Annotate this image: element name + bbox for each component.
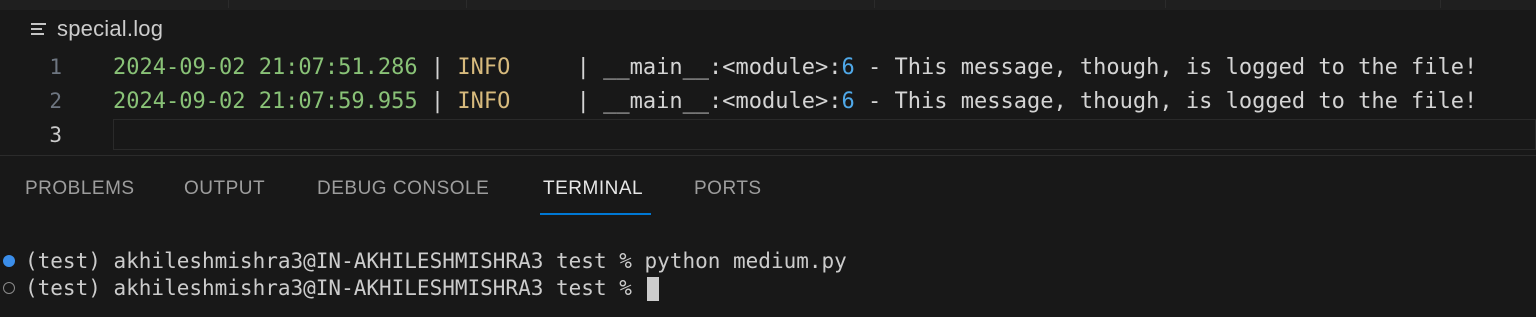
tab-output[interactable]: OUTPUT	[184, 178, 265, 200]
log-separator: |	[510, 54, 604, 80]
tab-separator	[1165, 0, 1166, 8]
tab-separator	[1440, 0, 1441, 8]
log-timestamp: 2024-09-02 21:07:59.955	[113, 88, 418, 114]
tab-debug-console[interactable]: DEBUG CONSOLE	[317, 178, 489, 200]
tab-separator	[228, 0, 229, 8]
tab-problems[interactable]: PROBLEMS	[25, 178, 135, 200]
panel-tab-bar: PROBLEMS OUTPUT DEBUG CONSOLE TERMINAL P…	[0, 156, 1536, 218]
tab-separator	[466, 0, 467, 8]
log-line-number: 6	[841, 88, 855, 114]
line-number: 2	[49, 89, 62, 113]
filled-circle-icon[interactable]	[3, 255, 15, 267]
log-message: - This message, though, is logged to the…	[854, 54, 1478, 80]
code-editor[interactable]: 1 2024-09-02 21:07:51.286 | INFO | __mai…	[0, 50, 1536, 152]
log-timestamp: 2024-09-02 21:07:51.286	[113, 54, 418, 80]
log-separator: |	[417, 54, 458, 80]
log-level: INFO	[457, 88, 511, 114]
terminal-cursor	[646, 276, 659, 301]
log-location: __main__:<module>:	[603, 88, 842, 114]
log-separator: |	[510, 88, 604, 114]
breadcrumb[interactable]: special.log	[31, 14, 163, 44]
log-level: INFO	[457, 54, 511, 80]
line-number: 3	[49, 123, 62, 147]
line-content: 2024-09-02 21:07:59.955 | INFO | __main_…	[113, 89, 1477, 114]
terminal-command: (test) akhileshmishra3@IN-AKHILESHMISHRA…	[25, 249, 847, 273]
tab-terminal[interactable]: TERMINAL	[543, 178, 643, 200]
terminal-prompt: (test) akhileshmishra3@IN-AKHILESHMISHRA…	[25, 276, 659, 301]
list-lines-icon	[31, 22, 47, 36]
terminal[interactable]: (test) akhileshmishra3@IN-AKHILESHMISHRA…	[0, 240, 1536, 317]
line-number: 1	[49, 55, 62, 79]
log-line-number: 6	[841, 54, 855, 80]
log-separator: |	[417, 88, 458, 114]
active-tab-indicator	[540, 213, 651, 215]
editor-line[interactable]: 3	[0, 118, 1536, 152]
line-content: 2024-09-02 21:07:51.286 | INFO | __main_…	[113, 55, 1477, 80]
editor-line[interactable]: 1 2024-09-02 21:07:51.286 | INFO | __mai…	[0, 50, 1536, 84]
terminal-prompt-text: (test) akhileshmishra3@IN-AKHILESHMISHRA…	[25, 275, 645, 300]
editor-tab-strip	[0, 0, 1536, 10]
tab-ports[interactable]: PORTS	[694, 178, 762, 200]
breadcrumb-file-name[interactable]: special.log	[57, 16, 163, 42]
hollow-circle-icon[interactable]	[3, 282, 15, 294]
log-message: - This message, though, is logged to the…	[854, 88, 1478, 114]
tab-separator	[874, 0, 875, 8]
log-location: __main__:<module>:	[603, 54, 842, 80]
editor-line[interactable]: 2 2024-09-02 21:07:59.955 | INFO | __mai…	[0, 84, 1536, 118]
